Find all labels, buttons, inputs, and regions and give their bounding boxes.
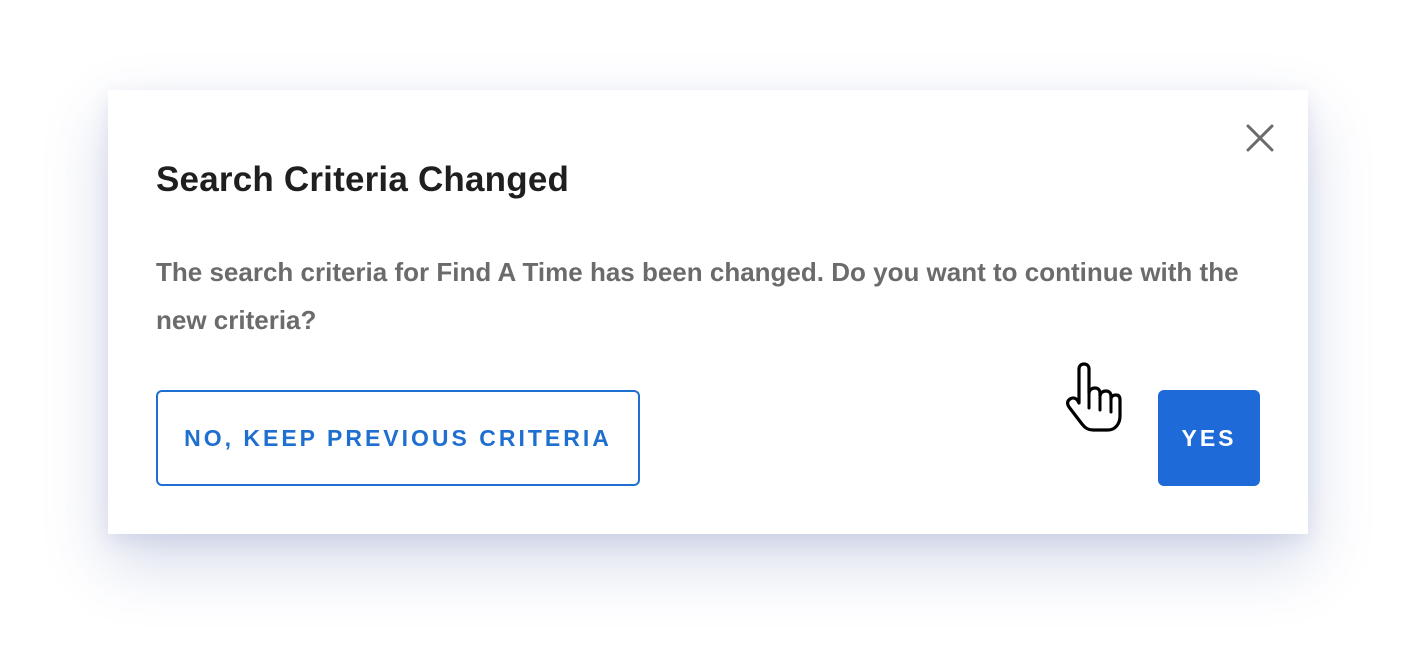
yes-button[interactable]: YES — [1158, 390, 1260, 486]
keep-previous-criteria-button[interactable]: NO, KEEP PREVIOUS CRITERIA — [156, 390, 640, 486]
close-icon — [1246, 124, 1274, 152]
page-background: Search Criteria Changed The search crite… — [0, 0, 1416, 664]
close-button[interactable] — [1242, 120, 1278, 156]
dialog-message: The search criteria for Find A Time has … — [156, 257, 1239, 335]
search-criteria-dialog: Search Criteria Changed The search crite… — [108, 90, 1308, 534]
dialog-title: Search Criteria Changed — [156, 160, 570, 199]
